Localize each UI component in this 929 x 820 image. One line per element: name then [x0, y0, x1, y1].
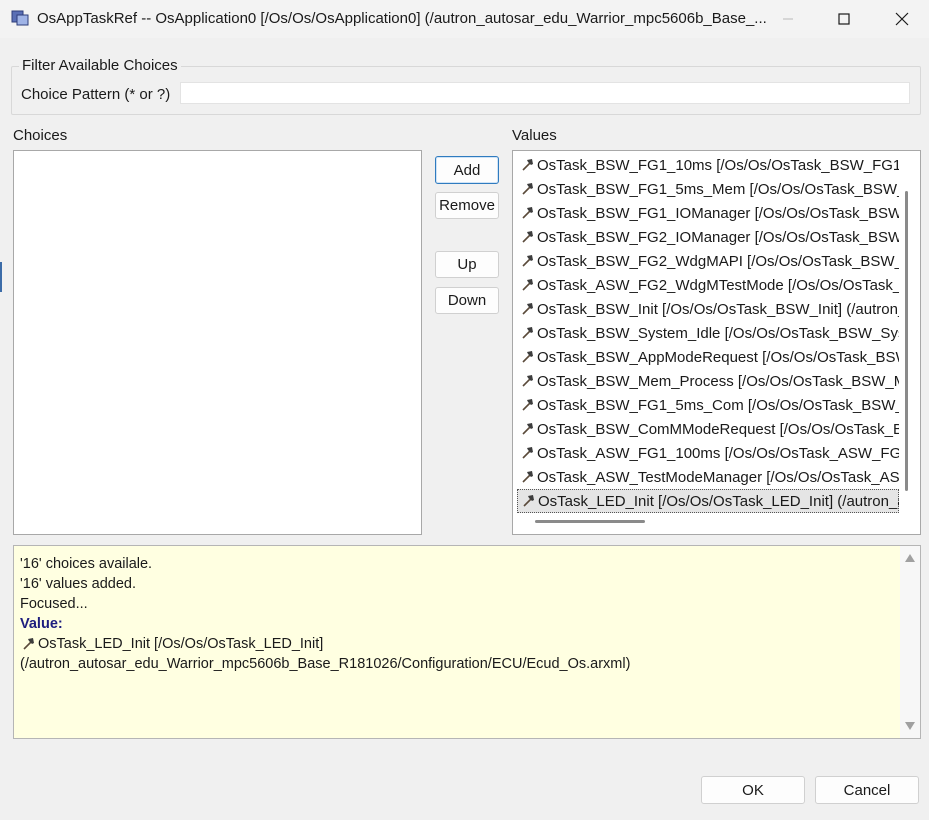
values-list-item-label: OsTask_BSW_FG2_IOManager [/Os/Os/OsTask_… [537, 228, 899, 246]
maximize-icon [838, 13, 850, 25]
values-list-item[interactable]: OsTask_BSW_FG1_5ms_Mem [/Os/Os/OsTask_BS… [517, 177, 899, 201]
values-list-item[interactable]: OsTask_BSW_FG2_WdgMAPI [/Os/Os/OsTask_BS… [517, 249, 899, 273]
reference-hammer-icon [20, 636, 36, 652]
info-focused: Focused... [20, 596, 88, 612]
add-button[interactable]: Add [435, 156, 499, 184]
info-value-heading: Value: [20, 616, 63, 632]
close-button[interactable] [879, 0, 925, 38]
values-list-item[interactable]: OsTask_BSW_FG2_IOManager [/Os/Os/OsTask_… [517, 225, 899, 249]
values-list-item[interactable]: OsTask_BSW_Mem_Process [/Os/Os/OsTask_BS… [517, 369, 899, 393]
reference-hammer-icon [519, 445, 535, 461]
info-value-name: OsTask_LED_Init [/Os/Os/OsTask_LED_Init] [38, 636, 324, 652]
values-list-item[interactable]: OsTask_BSW_FG1_5ms_Com [/Os/Os/OsTask_BS… [517, 393, 899, 417]
values-list-item-label: OsTask_ASW_TestModeManager [/Os/Os/OsTas… [537, 468, 899, 486]
reference-hammer-icon [519, 325, 535, 341]
remove-button[interactable]: Remove [435, 192, 499, 219]
values-list-item[interactable]: OsTask_ASW_FG1_100ms [/Os/Os/OsTask_ASW_… [517, 441, 899, 465]
reference-hammer-icon [520, 493, 536, 509]
choice-pattern-input[interactable] [180, 82, 910, 104]
reference-hammer-icon [519, 397, 535, 413]
values-list-item[interactable]: OsTask_LED_Init [/Os/Os/OsTask_LED_Init]… [517, 489, 899, 513]
values-list-item[interactable]: OsTask_ASW_FG2_WdgMTestMode [/Os/Os/OsTa… [517, 273, 899, 297]
info-choices-available: '16' choices availale. [20, 556, 153, 572]
values-list-item-label: OsTask_BSW_FG1_10ms [/Os/Os/OsTask_BSW_F… [537, 156, 899, 174]
scroll-up-icon[interactable] [905, 554, 915, 562]
ok-button[interactable]: OK [701, 776, 805, 804]
cancel-button[interactable]: Cancel [815, 776, 919, 804]
info-scrollbar[interactable] [900, 546, 920, 738]
reference-hammer-icon [519, 373, 535, 389]
info-value-line: OsTask_LED_Init [/Os/Os/OsTask_LED_Init] [20, 634, 630, 654]
values-list-item-label: OsTask_BSW_ComMModeRequest [/Os/Os/OsTas… [537, 420, 899, 438]
reference-hammer-icon [519, 253, 535, 269]
window-edge-marker [0, 262, 2, 292]
values-list-item[interactable]: OsTask_ASW_TestModeManager [/Os/Os/OsTas… [517, 465, 899, 489]
minimize-button[interactable] [765, 0, 811, 38]
title-bar[interactable]: OsAppTaskRef -- OsApplication0 [/Os/Os/O… [0, 0, 929, 38]
close-icon [895, 12, 909, 26]
choices-label: Choices [13, 127, 68, 144]
values-list[interactable]: OsTask_BSW_FG1_10ms [/Os/Os/OsTask_BSW_F… [512, 150, 921, 535]
values-list-item-label: OsTask_BSW_Init [/Os/Os/OsTask_BSW_Init]… [537, 300, 899, 318]
values-vertical-scrollbar[interactable] [905, 191, 908, 491]
values-list-item[interactable]: OsTask_BSW_Init [/Os/Os/OsTask_BSW_Init]… [517, 297, 899, 321]
reference-hammer-icon [519, 421, 535, 437]
values-list-item-label: OsTask_BSW_FG1_IOManager [/Os/Os/OsTask_… [537, 204, 899, 222]
info-text: '16' choices availale. '16' values added… [20, 554, 630, 674]
reference-hammer-icon [519, 349, 535, 365]
values-list-item-label: OsTask_BSW_FG1_5ms_Com [/Os/Os/OsTask_BS… [537, 396, 899, 414]
values-label: Values [512, 127, 557, 144]
reference-hammer-icon [519, 277, 535, 293]
info-value-path: (/autron_autosar_edu_Warrior_mpc5606b_Ba… [20, 656, 631, 672]
values-list-item[interactable]: OsTask_BSW_System_Idle [/Os/Os/OsTask_BS… [517, 321, 899, 345]
filter-group-legend: Filter Available Choices [19, 57, 181, 74]
dialog-app-icon [11, 10, 29, 26]
reference-hammer-icon [519, 181, 535, 197]
values-list-item-label: OsTask_BSW_Mem_Process [/Os/Os/OsTask_BS… [537, 372, 899, 390]
values-list-item[interactable]: OsTask_BSW_FG1_10ms [/Os/Os/OsTask_BSW_F… [517, 153, 899, 177]
values-list-item[interactable]: OsTask_BSW_AppModeRequest [/Os/Os/OsTask… [517, 345, 899, 369]
values-list-item-label: OsTask_BSW_FG1_5ms_Mem [/Os/Os/OsTask_BS… [537, 180, 899, 198]
values-list-item[interactable]: OsTask_BSW_ComMModeRequest [/Os/Os/OsTas… [517, 417, 899, 441]
reference-hammer-icon [519, 205, 535, 221]
reference-hammer-icon [519, 469, 535, 485]
values-list-item-label: OsTask_LED_Init [/Os/Os/OsTask_LED_Init]… [538, 492, 899, 510]
values-list-item-label: OsTask_ASW_FG2_WdgMTestMode [/Os/Os/OsTa… [537, 276, 899, 294]
minimize-icon [783, 18, 793, 20]
info-values-added: '16' values added. [20, 576, 136, 592]
reference-hammer-icon [519, 157, 535, 173]
values-rows: OsTask_BSW_FG1_10ms [/Os/Os/OsTask_BSW_F… [517, 153, 899, 513]
choices-list[interactable] [13, 150, 422, 535]
values-list-item-label: OsTask_BSW_FG2_WdgMAPI [/Os/Os/OsTask_BS… [537, 252, 899, 270]
values-list-item-label: OsTask_ASW_FG1_100ms [/Os/Os/OsTask_ASW_… [537, 444, 899, 462]
choice-pattern-label: Choice Pattern (* or ?) [21, 86, 171, 103]
move-up-button[interactable]: Up [435, 251, 499, 278]
info-panel: '16' choices availale. '16' values added… [13, 545, 921, 739]
window-title: OsAppTaskRef -- OsApplication0 [/Os/Os/O… [37, 10, 767, 27]
values-list-item-label: OsTask_BSW_AppModeRequest [/Os/Os/OsTask… [537, 348, 899, 366]
maximize-button[interactable] [821, 0, 867, 38]
values-list-item-label: OsTask_BSW_System_Idle [/Os/Os/OsTask_BS… [537, 324, 899, 342]
values-horizontal-scrollbar[interactable] [535, 520, 645, 523]
reference-hammer-icon [519, 229, 535, 245]
reference-hammer-icon [519, 301, 535, 317]
scroll-down-icon[interactable] [905, 722, 915, 730]
values-list-item[interactable]: OsTask_BSW_FG1_IOManager [/Os/Os/OsTask_… [517, 201, 899, 225]
move-down-button[interactable]: Down [435, 287, 499, 314]
